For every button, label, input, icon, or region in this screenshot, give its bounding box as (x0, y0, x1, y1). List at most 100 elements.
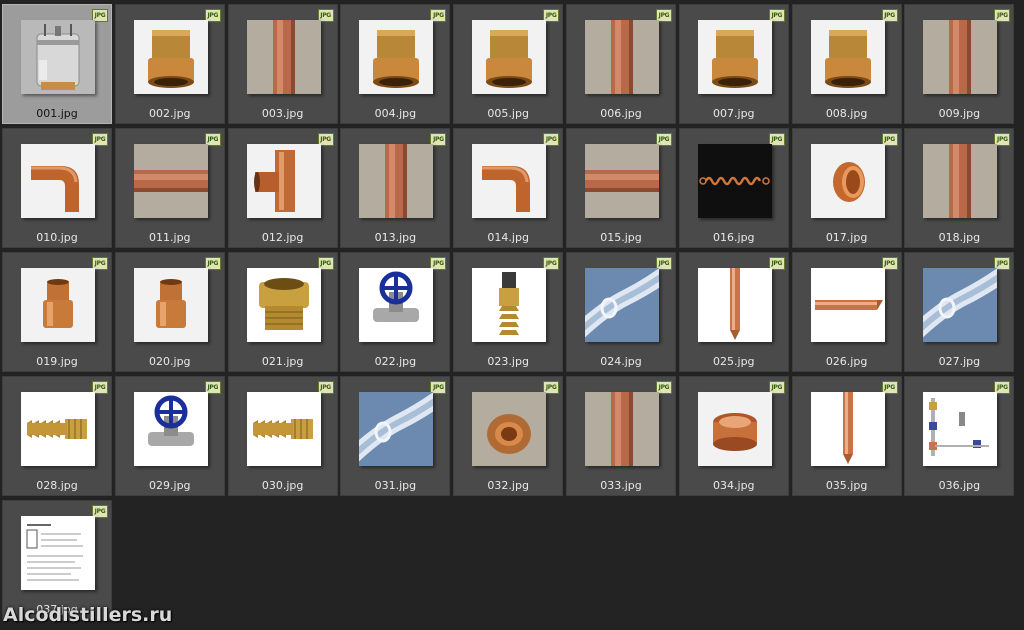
file-name-label: 002.jpg (149, 107, 191, 120)
file-name-label: 018.jpg (938, 231, 981, 244)
thumbnail-image-pipe-v (246, 20, 321, 94)
thumbnail-image-doc (21, 516, 95, 590)
thumbnail-tile[interactable]: JPG 035.jpg (791, 376, 902, 496)
thumbnail-image-reducer (810, 20, 885, 94)
thumbnail-tile[interactable]: JPG 006.jpg (565, 4, 676, 124)
file-name-label: 028.jpg (36, 479, 78, 492)
thumbnail-tile[interactable]: JPG 004.jpg (340, 4, 451, 124)
thumbnail-tile[interactable]: JPG 029.jpg (114, 376, 225, 496)
thumbnail-image-reducer (359, 20, 434, 94)
thumbnail-image-pot (21, 20, 95, 94)
file-name-label: 022.jpg (374, 355, 417, 368)
thumbnail-image-pipe-v (359, 144, 434, 218)
thumbnail-tile[interactable]: JPG 028.jpg (2, 376, 112, 496)
file-name-label: 011.jpg (149, 231, 191, 244)
thumbnail-tile[interactable]: JPG 024.jpg (565, 252, 676, 372)
thumbnail-tile[interactable]: JPG 034.jpg (678, 376, 789, 496)
thumbnail-tile[interactable]: JPG 016.jpg (678, 128, 789, 248)
file-name-label: 004.jpg (374, 107, 417, 120)
thumbnail-tile[interactable]: JPG 030.jpg (227, 376, 338, 496)
file-name-label: 008.jpg (825, 107, 868, 120)
thumbnail-tile[interactable]: JPG 026.jpg (791, 252, 902, 372)
thumbnail-tile[interactable]: JPG 019.jpg (2, 252, 112, 372)
file-name-label: 015.jpg (600, 231, 642, 244)
thumbnail-tile[interactable]: JPG 003.jpg (227, 4, 338, 124)
thumbnail-tile[interactable]: JPG 020.jpg (114, 252, 225, 372)
thumbnail-tile[interactable]: JPG 023.jpg (453, 252, 564, 372)
thumbnail-image-coupler (133, 268, 208, 342)
thumbnail-tile[interactable]: JPG 025.jpg (678, 252, 789, 372)
thumbnail-tile[interactable]: JPG 005.jpg (453, 4, 564, 124)
thumbnail-image-tube (923, 268, 998, 342)
thumbnail-image-cap (810, 144, 885, 218)
thumbnail-image-diagram (923, 392, 998, 466)
thumbnail-image-cup (697, 392, 772, 466)
thumbnail-image-tube (359, 392, 434, 466)
file-name-label: 012.jpg (261, 231, 304, 244)
file-name-label: 017.jpg (825, 231, 868, 244)
thumbnail-image-elbow (472, 144, 547, 218)
thumbnail-tile[interactable]: JPG 027.jpg (904, 252, 1015, 372)
file-name-label: 019.jpg (36, 355, 78, 368)
thumbnail-image-spring (697, 144, 772, 218)
thumbnail-image-barb-h (21, 392, 95, 466)
thumbnail-tile[interactable]: JPG 001.jpg (2, 4, 112, 124)
thumbnail-tile[interactable]: JPG 008.jpg (791, 4, 902, 124)
thumbnail-image-tube (584, 268, 659, 342)
thumbnail-tile[interactable]: JPG 017.jpg (791, 128, 902, 248)
file-name-label: 029.jpg (149, 479, 191, 492)
thumbnail-tile[interactable]: JPG 007.jpg (678, 4, 789, 124)
thumbnail-tile[interactable]: JPG 015.jpg (565, 128, 676, 248)
file-name-label: 030.jpg (261, 479, 304, 492)
thumbnail-image-valve (133, 392, 208, 466)
thumbnail-tile[interactable]: JPG 036.jpg (904, 376, 1015, 496)
thumbnail-tile[interactable]: JPG 022.jpg (340, 252, 451, 372)
thumbnail-image-reducer (133, 20, 208, 94)
file-name-label: 027.jpg (938, 355, 981, 368)
thumbnail-tile[interactable]: JPG 021.jpg (227, 252, 338, 372)
thumbnail-tile[interactable]: JPG 011.jpg (114, 128, 225, 248)
file-name-label: 020.jpg (149, 355, 191, 368)
thumbnail-image-pipe-h (584, 144, 659, 218)
file-name-label: 016.jpg (713, 231, 755, 244)
file-name-label: 034.jpg (713, 479, 755, 492)
thumbnail-image-barb-h (246, 392, 321, 466)
file-name-label: 013.jpg (374, 231, 417, 244)
file-name-label: 024.jpg (600, 355, 642, 368)
file-name-label: 001.jpg (36, 107, 78, 120)
file-name-label: 005.jpg (487, 107, 529, 120)
thumbnail-tile[interactable]: JPG 010.jpg (2, 128, 112, 248)
thumbnail-image-cap2 (472, 392, 547, 466)
thumbnail-image-valve (359, 268, 434, 342)
thumbnail-tile[interactable]: JPG 002.jpg (114, 4, 225, 124)
thumbnail-tile[interactable]: JPG 037.jpg (2, 500, 112, 620)
file-name-label: 031.jpg (374, 479, 417, 492)
file-name-label: 006.jpg (600, 107, 642, 120)
thumbnail-image-brass-nut (246, 268, 321, 342)
file-name-label: 007.jpg (713, 107, 755, 120)
file-name-label: 003.jpg (261, 107, 304, 120)
file-name-label: 036.jpg (938, 479, 981, 492)
thumbnail-image-rod-h (810, 268, 885, 342)
thumbnail-tile[interactable]: JPG 012.jpg (227, 128, 338, 248)
file-name-label: 033.jpg (600, 479, 642, 492)
thumbnail-tile[interactable]: JPG 032.jpg (453, 376, 564, 496)
file-name-label: 021.jpg (261, 355, 304, 368)
thumbnail-image-rod-v (697, 268, 772, 342)
thumbnail-tile[interactable]: JPG 009.jpg (904, 4, 1015, 124)
thumbnail-image-barb-v (472, 268, 547, 342)
file-name-label: 009.jpg (938, 107, 981, 120)
thumbnail-image-coupler (21, 268, 95, 342)
thumbnail-image-pipe-v (584, 392, 659, 466)
thumbnail-tile[interactable]: JPG 013.jpg (340, 128, 451, 248)
thumbnail-image-pipe-v (923, 20, 998, 94)
thumbnail-image-elbow (21, 144, 95, 218)
thumbnail-tile[interactable]: JPG 014.jpg (453, 128, 564, 248)
thumbnail-tile[interactable]: JPG 033.jpg (565, 376, 676, 496)
file-name-label: 010.jpg (36, 231, 78, 244)
thumbnail-tile[interactable]: JPG 031.jpg (340, 376, 451, 496)
file-name-label: 014.jpg (487, 231, 529, 244)
thumbnail-grid: JPG 001.jpg JPG 002.jpg JPG 003.jpg JPG 004.jpg… (2, 4, 1015, 620)
thumbnail-tile[interactable]: JPG 018.jpg (904, 128, 1015, 248)
file-name-label: 023.jpg (487, 355, 529, 368)
